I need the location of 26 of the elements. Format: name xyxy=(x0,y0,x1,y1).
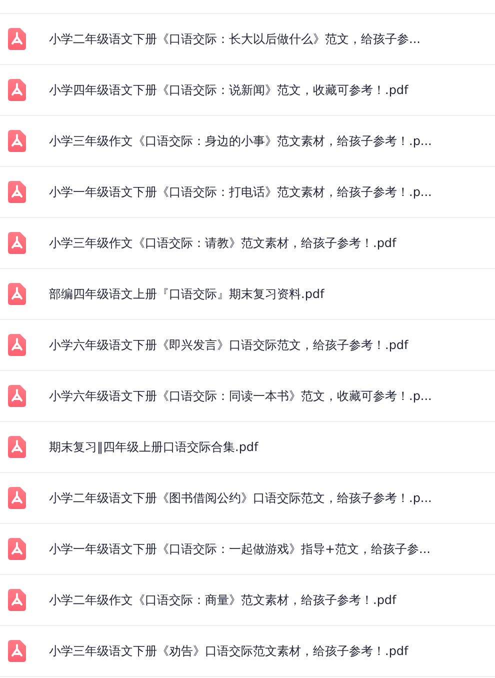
pdf-file-icon xyxy=(8,130,26,152)
pdf-file-icon xyxy=(8,640,26,662)
pdf-file-icon xyxy=(8,538,26,560)
pdf-file-icon xyxy=(8,181,26,203)
file-link[interactable]: 小学六年级语文下册《口语交际：同读一本书》范文，收藏可参考！.p... xyxy=(49,388,432,404)
file-link[interactable]: 小学一年级语文下册《口语交际：打电话》范文素材，给孩子参考！.p... xyxy=(49,184,432,200)
file-link[interactable]: 小学二年级语文下册《图书借阅公约》口语交际范文，给孩子参考！.p... xyxy=(49,490,432,506)
pdf-file-icon xyxy=(8,334,26,356)
pdf-file-icon xyxy=(8,436,26,458)
pdf-file-icon xyxy=(8,28,26,50)
pdf-file-icon xyxy=(8,283,26,305)
file-link[interactable]: 小学六年级语文下册《即兴发言》口语交际范文，给孩子参考！.pdf xyxy=(49,336,408,354)
file-link[interactable]: 小学四年级语文下册《口语交际：说新闻》范文，收藏可参考！.pdf xyxy=(49,82,408,98)
file-link[interactable]: 小学三年级语文下册《劝告》口语交际范文素材，给孩子参考！.pdf xyxy=(49,642,408,660)
file-link[interactable]: 小学二年级作文《口语交际：商量》范文素材，给孩子参考！.pdf xyxy=(49,592,396,608)
file-link[interactable]: 小学三年级作文《口语交际：身边的小事》范文素材，给孩子参考！.p... xyxy=(49,132,432,150)
pdf-file-icon xyxy=(8,589,26,611)
pdf-file-icon xyxy=(8,79,26,101)
file-link[interactable]: 部编四年级语文上册『口语交际』期末复习资料.pdf xyxy=(49,286,324,302)
file-link[interactable]: 小学二年级语文下册《口语交际：长大以后做什么》范文，给孩子参... xyxy=(49,30,420,48)
file-link[interactable]: 小学一年级语文下册《口语交际：一起做游戏》指导+范文，给孩子参... xyxy=(49,540,430,558)
pdf-file-icon xyxy=(8,487,26,509)
file-link[interactable]: 期末复习‖四年级上册口语交际合集.pdf xyxy=(49,438,258,456)
pdf-file-icon xyxy=(8,232,26,254)
pdf-file-icon xyxy=(8,385,26,407)
file-link[interactable]: 小学三年级作文《口语交际：请教》范文素材，给孩子参考！.pdf xyxy=(49,234,396,252)
